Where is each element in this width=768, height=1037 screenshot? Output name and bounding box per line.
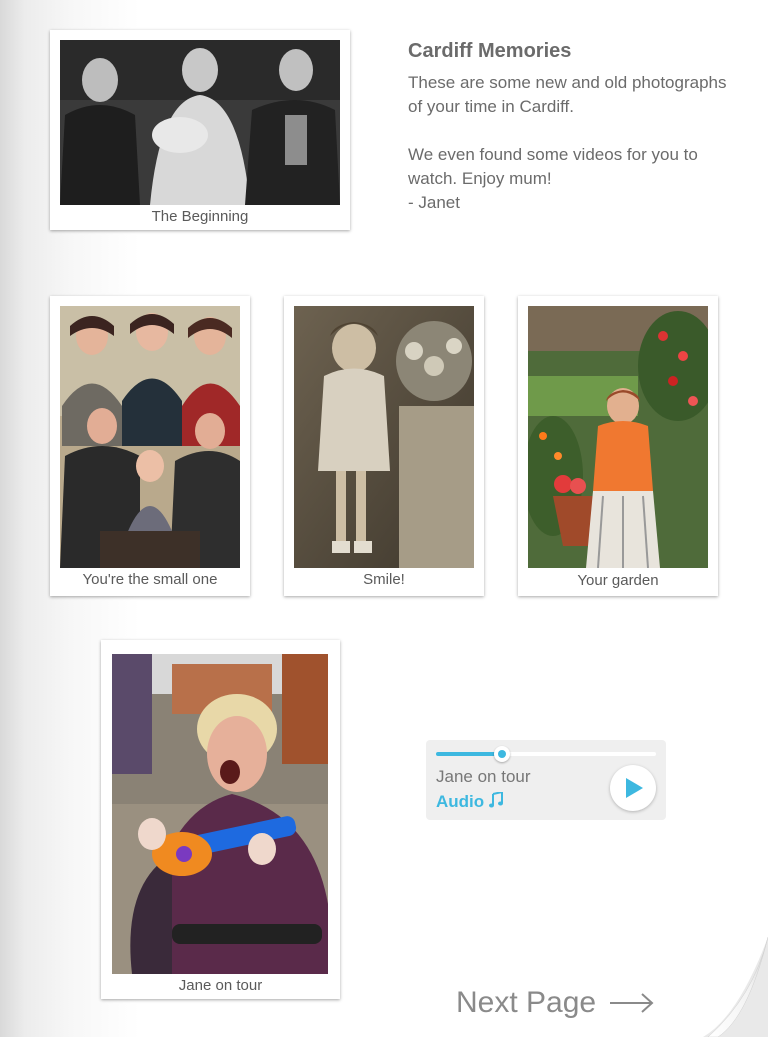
photo-caption: Jane on tour (178, 977, 263, 994)
page-curl-corner (648, 917, 768, 1037)
intro-section: Cardiff Memories These are some new and … (408, 40, 728, 215)
photo-caption: The Beginning (151, 208, 249, 225)
audio-progress-fill (436, 752, 502, 756)
photo-card-jane-on-tour[interactable]: Jane on tour (101, 640, 340, 999)
street-photo-image (112, 654, 328, 974)
intro-paragraph: We even found some videos for you to wat… (408, 145, 698, 188)
play-button[interactable] (610, 765, 656, 811)
photo-caption: Smile! (363, 571, 405, 588)
photo-card-smile[interactable]: Smile! (284, 296, 484, 596)
audio-title: Jane on tour (436, 767, 531, 786)
audio-type-text: Audio (436, 792, 485, 811)
child-portrait-image (294, 306, 474, 568)
audio-progress-track[interactable] (436, 746, 656, 762)
music-note-icon (488, 790, 503, 811)
audio-progress-knob[interactable] (494, 746, 510, 762)
audio-player: Jane on tour Audio (426, 740, 666, 820)
play-icon (626, 778, 643, 798)
intro-signature: - Janet (408, 193, 460, 212)
photo-caption: You're the small one (82, 571, 218, 588)
next-page-label: Next Page (456, 986, 597, 1019)
family-group-photo-image (60, 306, 240, 568)
photo-caption: Your garden (577, 572, 659, 589)
photo-card-the-beginning[interactable]: The Beginning (50, 30, 350, 230)
next-page-link[interactable]: Next Page (456, 986, 654, 1020)
garden-photo-image (528, 306, 708, 568)
audio-type-label: Audio (436, 790, 503, 812)
family-photo-image (60, 40, 340, 205)
photo-card-your-garden[interactable]: Your garden (518, 296, 718, 596)
page-title: Cardiff Memories (408, 40, 572, 62)
intro-paragraph: These are some new and old photographs o… (408, 73, 727, 116)
photo-card-youre-the-small-one[interactable]: You're the small one (50, 296, 250, 596)
